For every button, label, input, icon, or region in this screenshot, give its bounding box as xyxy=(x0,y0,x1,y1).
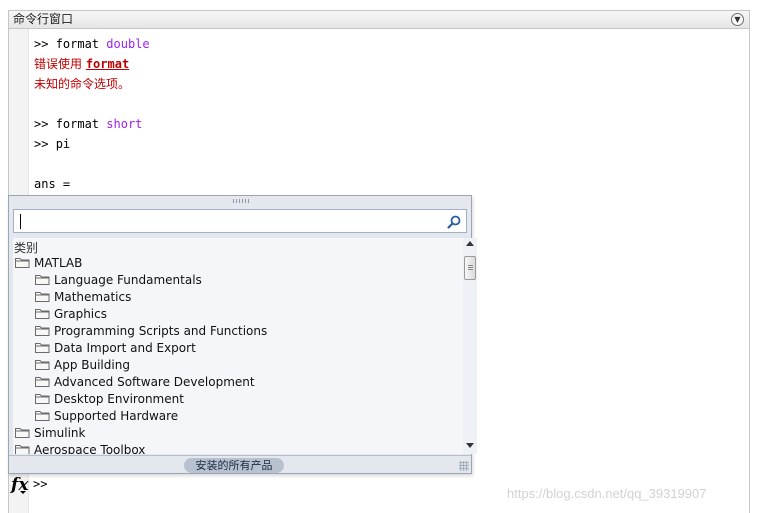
tree-item-label: Simulink xyxy=(34,426,86,440)
search-box[interactable] xyxy=(13,209,467,233)
scroll-down-arrow-icon[interactable] xyxy=(466,443,474,448)
error-message: 未知的命令选项。 xyxy=(34,77,131,91)
folder-icon xyxy=(35,342,50,353)
console-line: >> format short xyxy=(34,115,142,133)
popup-footer: 安装的所有产品 xyxy=(9,455,471,473)
watermark: https://blog.csdn.net/qq_39319907 xyxy=(507,486,707,501)
console-line: >> format double xyxy=(34,35,150,53)
scroll-up-arrow-icon[interactable] xyxy=(466,241,474,246)
prompt: >> xyxy=(34,37,56,51)
error-text: 错误使用 xyxy=(34,57,86,71)
tree-item[interactable]: Simulink xyxy=(15,425,85,442)
installed-products-button[interactable]: 安装的所有产品 xyxy=(184,458,284,473)
vertical-scrollbar[interactable] xyxy=(463,238,477,454)
folder-icon xyxy=(35,376,50,387)
category-list[interactable]: 类别 MATLAB Language Fundamentals Mathematic… xyxy=(13,238,463,454)
prompt: >> xyxy=(34,117,56,131)
tree-item-label: Advanced Software Development xyxy=(54,375,255,389)
tree-item[interactable]: Language Fundamentals xyxy=(35,272,202,289)
tree-item-label: Aerospace Toolbox xyxy=(34,443,146,454)
window-title: 命令行窗口 xyxy=(13,12,74,26)
category-header: 类别 xyxy=(14,241,39,255)
tree-item[interactable]: Graphics xyxy=(35,306,107,323)
tree-item-label: Data Import and Export xyxy=(54,341,196,355)
resize-grip-icon[interactable] xyxy=(459,461,469,471)
tree-item-label: Language Fundamentals xyxy=(54,273,202,287)
tree-item-label: Desktop Environment xyxy=(54,392,184,406)
tree-item-label: App Building xyxy=(54,358,130,372)
prompt: >> xyxy=(34,137,56,151)
folder-icon xyxy=(35,359,50,370)
dropdown-arrow-icon[interactable] xyxy=(20,491,26,494)
folder-icon xyxy=(15,257,30,268)
folder-icon xyxy=(35,410,50,421)
chevron-down-circle-icon[interactable]: ▼ xyxy=(731,13,744,26)
console-line: >> pi xyxy=(34,135,70,153)
command-argument: double xyxy=(106,37,150,51)
folder-icon xyxy=(35,308,50,319)
tree-item[interactable]: App Building xyxy=(35,357,130,374)
command-window-titlebar: 命令行窗口 ▼ xyxy=(8,10,750,29)
folder-icon xyxy=(35,291,50,302)
command-prompt[interactable]: >> xyxy=(33,477,47,491)
search-icon[interactable] xyxy=(446,214,462,230)
scroll-thumb[interactable] xyxy=(464,256,476,280)
tree-item[interactable]: MATLAB xyxy=(15,255,82,272)
command-text: format xyxy=(55,37,107,51)
folder-icon xyxy=(35,274,50,285)
tree-item[interactable]: Desktop Environment xyxy=(35,391,184,408)
tree-item[interactable]: Supported Hardware xyxy=(35,408,178,425)
command-text: pi xyxy=(55,137,71,151)
folder-icon xyxy=(35,393,50,404)
tree-item[interactable]: Mathematics xyxy=(35,289,131,306)
folder-icon xyxy=(15,444,30,454)
tree-item[interactable]: Programming Scripts and Functions xyxy=(35,323,267,340)
function-browser-popup[interactable]: 类别 MATLAB Language Fundamentals Mathematic… xyxy=(8,195,477,474)
tree-item-label: Supported Hardware xyxy=(54,409,179,423)
tree-item-label: Graphics xyxy=(54,307,107,321)
output-line: ans = xyxy=(34,177,71,191)
search-input[interactable] xyxy=(18,213,438,229)
folder-icon xyxy=(35,325,50,336)
error-line: 错误使用 format xyxy=(34,55,129,73)
tree-item[interactable]: Advanced Software Development xyxy=(35,374,255,391)
command-text: format xyxy=(55,117,107,131)
tree-item[interactable]: Aerospace Toolbox xyxy=(15,442,145,454)
tree-item-label: Programming Scripts and Functions xyxy=(54,324,268,338)
tree-item[interactable]: Data Import and Export xyxy=(35,340,196,357)
tree-item-label: MATLAB xyxy=(34,256,83,270)
command-argument: short xyxy=(106,117,143,131)
tree-item-label: Mathematics xyxy=(54,290,132,304)
drag-grip[interactable] xyxy=(233,199,249,203)
error-link[interactable]: format xyxy=(86,57,129,71)
folder-icon xyxy=(15,427,30,438)
